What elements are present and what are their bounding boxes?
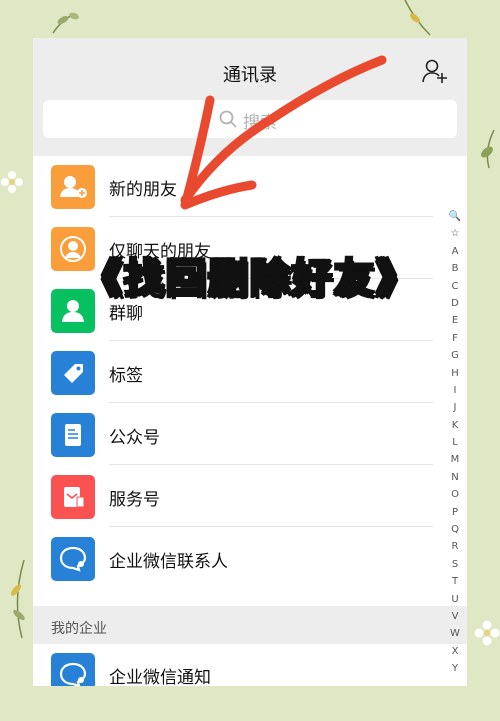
index-letter[interactable]: L <box>447 434 463 451</box>
index-letter[interactable]: H <box>447 365 463 382</box>
list-item-wecom-notifications[interactable]: 企业微信通知 <box>33 644 433 686</box>
index-letter[interactable]: S <box>447 556 463 573</box>
section-header-my-enterprise: 我的企业 <box>33 606 467 644</box>
index-letter[interactable]: ☆ <box>447 225 463 242</box>
list-item-service-accounts[interactable]: 服务号 <box>33 466 433 527</box>
list-item-new-friends[interactable]: 新的朋友 <box>33 156 433 217</box>
overlay-title: 《找回删除好友》 <box>81 255 418 303</box>
list-item-tags[interactable]: 标签 <box>33 342 433 403</box>
index-letter[interactable]: R <box>447 538 463 555</box>
search-placeholder: 搜索 <box>243 113 277 133</box>
index-letter[interactable]: Y <box>447 660 463 677</box>
list-item-official-accounts[interactable]: 公众号 <box>33 404 433 465</box>
tag-icon <box>51 351 95 395</box>
index-letter[interactable]: Q <box>447 521 463 538</box>
index-letter[interactable]: W <box>447 625 463 642</box>
index-letter[interactable]: G <box>447 347 463 364</box>
service-account-icon <box>51 475 95 519</box>
leaf-decoration-bottom-left <box>10 560 25 639</box>
list-item-label: 新的朋友 <box>109 180 177 200</box>
index-letter[interactable]: M <box>447 451 463 468</box>
page-title: 通讯录 <box>223 65 277 86</box>
index-letter[interactable]: T <box>447 573 463 590</box>
flower-decoration-left <box>1 171 23 193</box>
index-letter[interactable]: F <box>447 330 463 347</box>
wecom-contact-icon <box>51 537 95 581</box>
list-item-wecom-contacts[interactable]: 企业微信联系人 <box>33 528 433 589</box>
navigation-bar: 通讯录 搜索 <box>33 38 467 156</box>
index-letter[interactable]: N <box>447 469 463 486</box>
index-letter[interactable]: J <box>447 399 463 416</box>
divider <box>109 340 433 341</box>
index-letter[interactable]: K <box>447 417 463 434</box>
section-header-label: 我的企业 <box>51 621 107 637</box>
leaf-decoration-top-right <box>404 0 431 36</box>
list-item-label: 标签 <box>109 366 143 386</box>
add-friend-icon <box>51 165 95 209</box>
divider <box>109 526 433 527</box>
index-letter[interactable]: V <box>447 608 463 625</box>
index-letter[interactable]: P <box>447 504 463 521</box>
index-letter[interactable]: E <box>447 312 463 329</box>
search-input[interactable]: 搜索 <box>43 100 457 138</box>
index-letter[interactable]: U <box>447 591 463 608</box>
leaf-decoration-right <box>481 130 495 169</box>
official-account-icon <box>51 413 95 457</box>
divider <box>109 402 433 403</box>
contacts-screen: 通讯录 搜索 新的朋友 仅聊天的朋友 群聊 标签 公众号 服务号 企业微信联系人… <box>33 38 467 686</box>
list-item-label: 企业微信通知 <box>109 668 211 686</box>
index-letter[interactable]: I <box>447 382 463 399</box>
list-item-label: 公众号 <box>109 428 160 448</box>
divider <box>109 216 433 217</box>
divider <box>109 464 433 465</box>
search-icon <box>219 110 237 128</box>
list-item-label: 企业微信联系人 <box>109 552 228 572</box>
wecom-notify-icon <box>51 653 95 686</box>
flower-decoration-bottom-right <box>474 620 500 646</box>
add-friend-icon[interactable] <box>421 58 449 84</box>
index-letter[interactable]: 🔍 <box>447 208 463 225</box>
index-letter[interactable]: X <box>447 643 463 660</box>
index-letter[interactable]: O <box>447 486 463 503</box>
leaf-decoration-top-left <box>52 12 79 34</box>
list-item-label: 服务号 <box>109 490 160 510</box>
